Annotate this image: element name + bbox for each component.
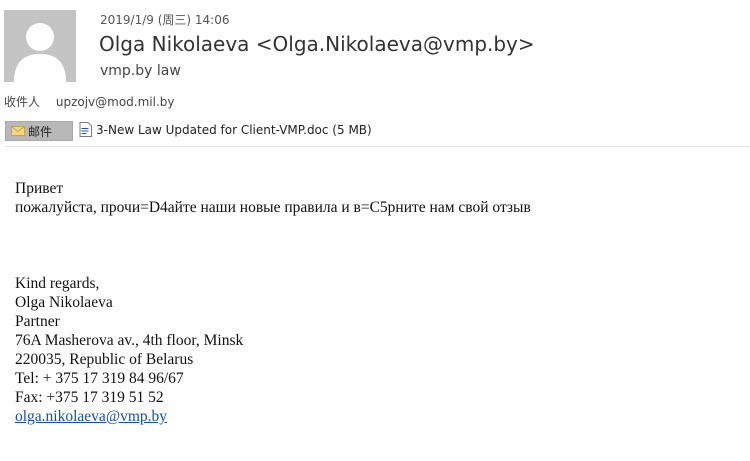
signature-title: Partner bbox=[15, 313, 60, 330]
signature-name: Olga Nikolaeva bbox=[15, 294, 113, 311]
attachment-file-name: 3-New Law Updated for Client-VMP.doc (5 … bbox=[96, 122, 372, 137]
message-header: 2019/1/9 (周三) 14:06 Olga Nikolaeva <Olga… bbox=[0, 0, 750, 150]
signature-tel: Tel: + 375 17 319 84 96/67 bbox=[15, 370, 184, 387]
sent-date: 2019/1/9 (周三) 14:06 bbox=[100, 13, 230, 27]
signature-email-link[interactable]: olga.nikolaeva@vmp.by bbox=[15, 408, 167, 425]
mail-tab-button[interactable]: 邮件 bbox=[5, 121, 73, 141]
word-document-icon bbox=[79, 122, 92, 137]
message-text: пожалуйста, прочи=D4айте наши новые прав… bbox=[15, 199, 531, 216]
to-label: 收件人 bbox=[4, 95, 41, 109]
header-divider bbox=[5, 146, 750, 147]
attachment-bar: 邮件 3-New Law Updated for Client-VMP.doc … bbox=[5, 121, 750, 141]
signature-address-line-2: 220035, Republic of Belarus bbox=[15, 351, 194, 368]
avatar[interactable] bbox=[4, 10, 76, 82]
attachment-file[interactable]: 3-New Law Updated for Client-VMP.doc (5 … bbox=[79, 122, 372, 137]
signature-address-line-1: 76A Masherova av., 4th floor, Minsk bbox=[15, 332, 244, 349]
sender-company: vmp.by law bbox=[100, 63, 181, 79]
message-body: Привет пожалуйста, прочи=D4айте наши нов… bbox=[15, 179, 531, 426]
recipient-address[interactable]: upzojv@mod.mil.by bbox=[56, 95, 175, 109]
envelope-icon bbox=[11, 126, 25, 136]
signature-closing: Kind regards, bbox=[15, 275, 100, 292]
recipient-row: 收件人 upzojv@mod.mil.by bbox=[4, 93, 175, 110]
mail-tab-label: 邮件 bbox=[28, 124, 53, 139]
greeting: Привет bbox=[15, 180, 64, 197]
person-icon bbox=[4, 10, 76, 82]
sender-name[interactable]: Olga Nikolaeva <Olga.Nikolaeva@vmp.by> bbox=[99, 32, 535, 56]
signature-fax: Fax: +375 17 319 51 52 bbox=[15, 389, 164, 406]
